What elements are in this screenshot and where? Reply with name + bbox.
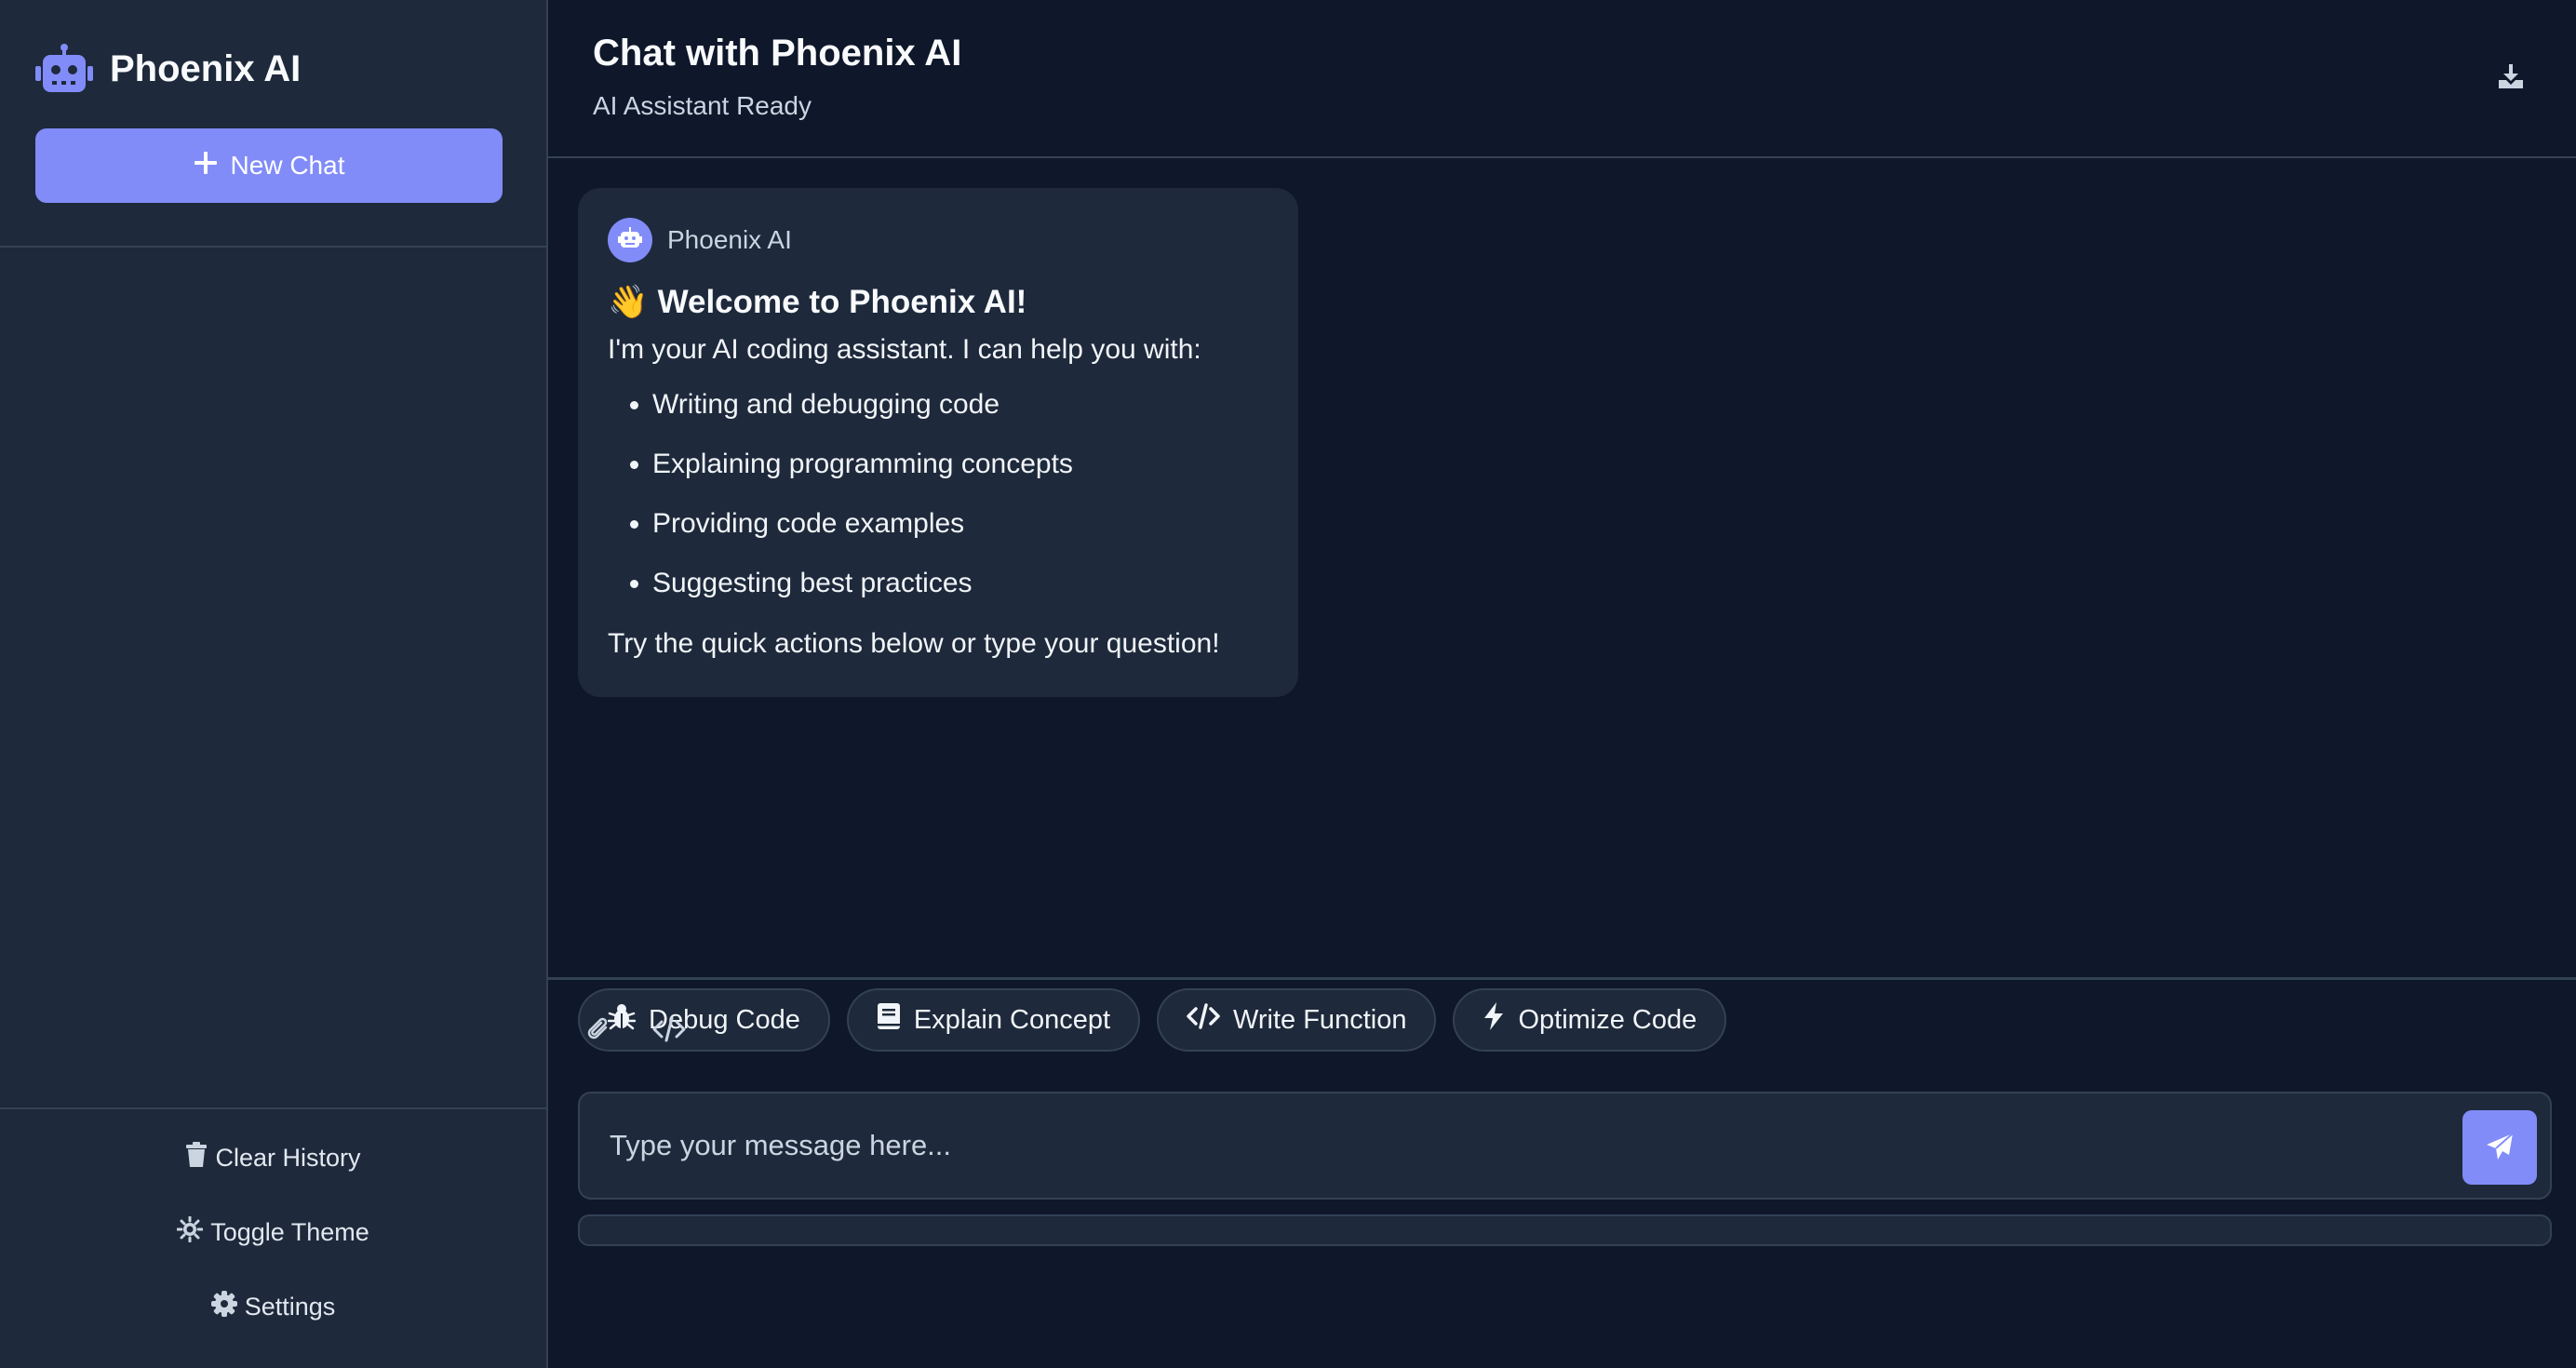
- download-icon: [2497, 62, 2525, 95]
- toggle-theme-label: Toggle Theme: [210, 1217, 369, 1246]
- app-root: Phoenix AI New Chat Clear History Toggle…: [0, 0, 2576, 1368]
- avatar: [608, 218, 652, 262]
- message-header: Phoenix AI: [608, 218, 1268, 262]
- new-chat-button[interactable]: New Chat: [35, 128, 503, 203]
- plus-icon: [194, 151, 218, 181]
- message-input[interactable]: [580, 1093, 2422, 1198]
- page-title: Chat with Phoenix AI: [593, 33, 962, 74]
- code-icon: [652, 1016, 686, 1047]
- wave-emoji: 👋: [608, 284, 649, 320]
- new-chat-label: New Chat: [230, 151, 345, 180]
- welcome-text: Welcome to Phoenix AI!: [657, 283, 1027, 320]
- message-list: Phoenix AI 👋 Welcome to Phoenix AI! I'm …: [548, 158, 2576, 1052]
- status-text: AI Assistant Ready: [593, 91, 812, 120]
- clear-history-label: Clear History: [215, 1143, 361, 1172]
- list-item: Suggesting best practices: [652, 567, 1268, 600]
- welcome-heading: 👋 Welcome to Phoenix AI!: [608, 283, 1268, 321]
- sun-icon: [176, 1215, 204, 1249]
- capability-list: Writing and debugging code Explaining pr…: [608, 388, 1268, 600]
- paperclip-icon: [585, 1015, 611, 1048]
- trash-icon: [185, 1141, 208, 1174]
- send-icon: [2485, 1132, 2515, 1164]
- composer-tools: [578, 1008, 2552, 1054]
- attach-button[interactable]: [582, 1014, 615, 1048]
- assistant-message: Phoenix AI 👋 Welcome to Phoenix AI! I'm …: [578, 188, 1298, 697]
- chat-main: Chat with Phoenix AI AI Assistant Ready: [548, 0, 2576, 1368]
- list-item: Providing code examples: [652, 507, 1268, 541]
- closing-text: Try the quick actions below or type your…: [608, 628, 1220, 659]
- gear-icon: [210, 1290, 237, 1323]
- list-item: Explaining programming concepts: [652, 448, 1268, 481]
- robot-icon: [618, 226, 642, 254]
- chat-header: Chat with Phoenix AI AI Assistant Ready: [548, 0, 2576, 158]
- sidebar-header: Phoenix AI New Chat: [0, 0, 546, 248]
- composer: [548, 977, 2576, 1258]
- typing-status-bar: [578, 1214, 2552, 1246]
- chat-history-list: [0, 248, 546, 1107]
- brand-title: Phoenix AI: [110, 47, 302, 89]
- sidebar-footer: Clear History Toggle Theme Settings: [0, 1107, 546, 1368]
- message-input-container: [578, 1092, 2552, 1200]
- clear-history-button[interactable]: Clear History: [185, 1141, 361, 1174]
- intro-text: I'm your AI coding assistant. I can help…: [608, 334, 1201, 365]
- sender-name: Phoenix AI: [667, 225, 792, 254]
- robot-icon: [35, 43, 93, 95]
- export-chat-button[interactable]: [2494, 61, 2528, 95]
- insert-code-button[interactable]: [652, 1014, 686, 1048]
- toggle-theme-button[interactable]: Toggle Theme: [176, 1215, 369, 1249]
- settings-button[interactable]: Settings: [210, 1290, 336, 1323]
- list-item: Writing and debugging code: [652, 388, 1268, 422]
- settings-label: Settings: [244, 1292, 336, 1321]
- sidebar: Phoenix AI New Chat Clear History Toggle…: [0, 0, 548, 1368]
- brand: Phoenix AI: [35, 43, 511, 95]
- send-button[interactable]: [2462, 1110, 2537, 1185]
